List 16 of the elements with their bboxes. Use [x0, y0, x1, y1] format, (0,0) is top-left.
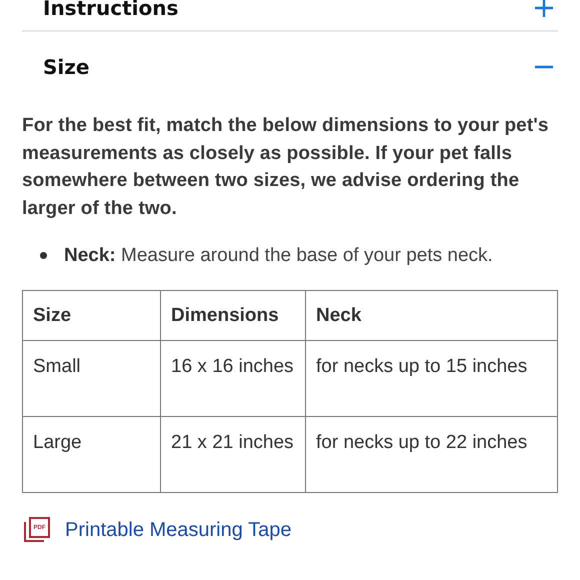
table-cell: Small: [22, 340, 160, 416]
table-cell: Large: [22, 416, 160, 492]
table-cell: 16 x 16 inches: [160, 340, 306, 416]
intro-text: For the best fit, match the below dimensions to your pet's measurements as closely as possible. If your pet falls somewhere between two sizes, we advise ordering the larger of the two.: [22, 114, 550, 220]
measuring-tape-link[interactable]: Printable Measuring Tape: [65, 519, 292, 542]
section-title[interactable]: Size: [43, 55, 90, 79]
section-title[interactable]: Instructions: [43, 0, 178, 20]
column-header: Neck: [306, 290, 558, 340]
bullet-text: Neck: Measure around the base of your pets neck.: [64, 244, 494, 268]
table-cell: 21 x 21 inches: [160, 416, 306, 492]
table-cell: for necks up to 22 inches: [306, 416, 558, 492]
table-cell: for necks up to 15 inches: [306, 340, 558, 416]
expand-icon[interactable]: [534, 0, 554, 18]
bullet-icon: [40, 252, 47, 259]
column-header: Size: [22, 290, 160, 340]
column-header: Dimensions: [160, 290, 306, 340]
